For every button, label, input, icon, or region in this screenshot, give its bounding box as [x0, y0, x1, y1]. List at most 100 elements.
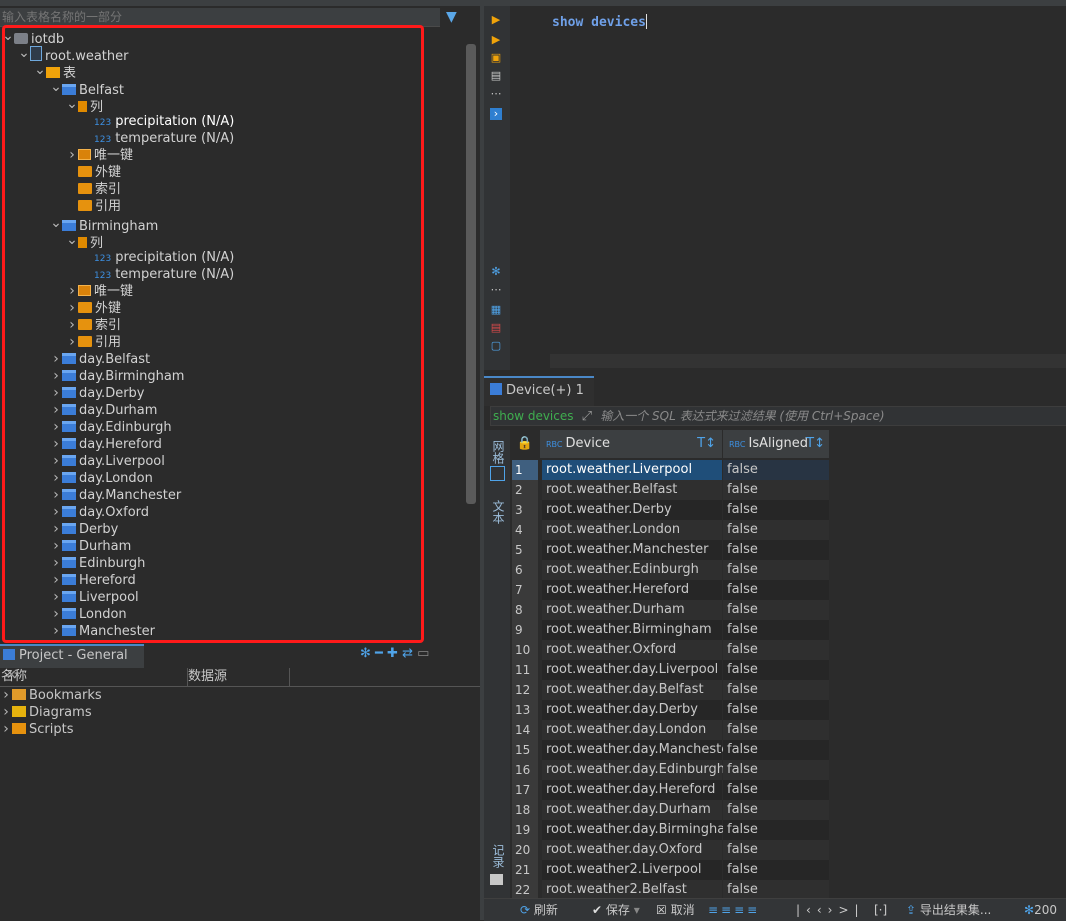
- tree-node[interactable]: › Durham: [50, 538, 131, 555]
- table-row[interactable]: 3 root.weather.Derby false: [512, 500, 1066, 520]
- chevron-down-icon[interactable]: ⌄: [66, 232, 78, 249]
- tab-results[interactable]: Device(+) 1 ✕: [484, 376, 594, 424]
- cell-device[interactable]: root.weather.Oxford: [542, 640, 722, 660]
- cell-device[interactable]: root.weather.day.Edinburgh: [542, 760, 725, 780]
- chevron-right-icon[interactable]: ›: [50, 623, 62, 640]
- variables-icon[interactable]: ▢: [490, 340, 502, 352]
- row-edit-tools[interactable]: ≡≡≡≡: [708, 899, 760, 921]
- tree-node[interactable]: › day.London: [50, 470, 153, 487]
- tree-node[interactable]: › day.Belfast: [50, 351, 150, 368]
- tree-node[interactable]: › day.Manchester: [50, 487, 181, 504]
- cell-isaligned[interactable]: false: [723, 740, 829, 760]
- navigator-filter-input[interactable]: [0, 8, 432, 26]
- cell-isaligned[interactable]: false: [723, 720, 829, 740]
- chevron-right-icon[interactable]: ›: [0, 687, 12, 704]
- table-row[interactable]: 22 root.weather2.Belfast false: [512, 880, 1066, 900]
- cell-device[interactable]: root.weather2.Liverpool: [542, 860, 722, 880]
- row-number[interactable]: 17: [512, 780, 538, 800]
- tree-node[interactable]: › day.Durham: [50, 402, 157, 419]
- export-button[interactable]: ⇪ 导出结果集...: [906, 899, 991, 921]
- cell-isaligned[interactable]: false: [723, 700, 829, 720]
- cell-device[interactable]: root.weather.Derby: [542, 500, 722, 520]
- table-row[interactable]: 5 root.weather.Manchester false: [512, 540, 1066, 560]
- cell-isaligned[interactable]: false: [723, 520, 829, 540]
- cell-isaligned[interactable]: false: [723, 880, 829, 900]
- run-statement-icon[interactable]: ▶: [490, 14, 502, 26]
- table-row[interactable]: 13 root.weather.day.Derby false: [512, 700, 1066, 720]
- row-number[interactable]: 14: [512, 720, 538, 740]
- chevron-down-icon[interactable]: ⌄: [34, 62, 46, 79]
- tree-node[interactable]: › 唯一键: [66, 283, 133, 300]
- cell-device[interactable]: root.weather.day.Derby: [542, 700, 722, 720]
- table-row[interactable]: 9 root.weather.Birmingham false: [512, 620, 1066, 640]
- chevron-right-icon[interactable]: ›: [50, 521, 62, 538]
- chevron-right-icon[interactable]: ›: [50, 385, 62, 402]
- cell-isaligned[interactable]: false: [723, 800, 829, 820]
- cell-isaligned[interactable]: false: [723, 840, 829, 860]
- chevron-right-icon[interactable]: ›: [66, 317, 78, 334]
- editor-code-line[interactable]: show devices: [552, 14, 647, 30]
- table-row[interactable]: 7 root.weather.Hereford false: [512, 580, 1066, 600]
- row-number[interactable]: 7: [512, 580, 538, 600]
- tree-node[interactable]: ⌄ iotdb: [2, 28, 64, 47]
- cell-isaligned[interactable]: false: [723, 460, 829, 480]
- chevron-right-icon[interactable]: ›: [50, 538, 62, 555]
- collapse-icon[interactable]: ━: [375, 646, 383, 661]
- table-row[interactable]: 15 root.weather.day.Manchester false: [512, 740, 1066, 760]
- editor-hscroll[interactable]: [550, 354, 1066, 368]
- cell-device[interactable]: root.weather.London: [542, 520, 722, 540]
- record-icon[interactable]: [490, 874, 503, 885]
- row-number[interactable]: 12: [512, 680, 538, 700]
- row-number[interactable]: 11: [512, 660, 538, 680]
- cell-device[interactable]: root.weather.day.Hereford: [542, 780, 722, 800]
- cell-device[interactable]: root.weather.Edinburgh: [542, 560, 722, 580]
- chevron-right-icon[interactable]: ›: [50, 453, 62, 470]
- tree-node[interactable]: › Hereford: [50, 572, 136, 589]
- cell-isaligned[interactable]: false: [723, 760, 829, 780]
- row-number[interactable]: 16: [512, 760, 538, 780]
- table-row[interactable]: 17 root.weather.day.Hereford false: [512, 780, 1066, 800]
- tree-node[interactable]: 123 precipitation (N/A): [82, 113, 234, 130]
- tree-node[interactable]: › Manchester: [50, 623, 155, 640]
- chevron-right-icon[interactable]: ›: [50, 470, 62, 487]
- filter-icon[interactable]: ▼: [446, 9, 462, 25]
- tab-text-view[interactable]: 文本: [490, 500, 507, 524]
- row-number[interactable]: 5: [512, 540, 538, 560]
- row-number[interactable]: 6: [512, 560, 538, 580]
- table-row[interactable]: 14 root.weather.day.London false: [512, 720, 1066, 740]
- tree-node[interactable]: ⌄ Birmingham: [50, 215, 158, 234]
- row-number[interactable]: 2: [512, 480, 538, 500]
- tree-node[interactable]: 123 temperature (N/A): [82, 130, 234, 147]
- cell-device[interactable]: root.weather.day.London: [542, 720, 722, 740]
- chevron-right-icon[interactable]: ›: [50, 419, 62, 436]
- cell-isaligned[interactable]: false: [723, 540, 829, 560]
- cell-device[interactable]: root.weather.Manchester: [542, 540, 722, 560]
- fetch-size[interactable]: ✻200: [1024, 899, 1057, 921]
- cell-device[interactable]: root.weather.Liverpool: [542, 460, 722, 480]
- table-row[interactable]: 1 root.weather.Liverpool false: [512, 460, 1066, 480]
- table-row[interactable]: 8 root.weather.Durham false: [512, 600, 1066, 620]
- export-icon[interactable]: ▦: [490, 304, 502, 316]
- project-col-datasource[interactable]: 数据源: [187, 668, 290, 686]
- row-number[interactable]: 22: [512, 880, 538, 900]
- cell-isaligned[interactable]: false: [723, 620, 829, 640]
- tree-node[interactable]: › 外键: [66, 300, 121, 317]
- tree-node[interactable]: 123 precipitation (N/A): [82, 249, 234, 266]
- table-row[interactable]: 16 root.weather.day.Edinburgh false: [512, 760, 1066, 780]
- project-col-name[interactable]: 名称: [0, 668, 188, 686]
- chevron-right-icon[interactable]: ›: [50, 555, 62, 572]
- tree-node[interactable]: ⌄ 列: [66, 232, 103, 251]
- cell-device[interactable]: root.weather.Durham: [542, 600, 722, 620]
- cell-isaligned[interactable]: false: [723, 640, 829, 660]
- row-number[interactable]: 8: [512, 600, 538, 620]
- chevron-right-icon[interactable]: ›: [50, 368, 62, 385]
- row-number[interactable]: 9: [512, 620, 538, 640]
- cell-device[interactable]: root.weather.day.Oxford: [542, 840, 722, 860]
- chevron-right-icon[interactable]: ›: [50, 351, 62, 368]
- row-number[interactable]: 4: [512, 520, 538, 540]
- cell-device[interactable]: root.weather.day.Liverpool: [542, 660, 722, 680]
- cell-device[interactable]: root.weather.day.Belfast: [542, 680, 722, 700]
- cell-isaligned[interactable]: false: [723, 500, 829, 520]
- pagination-controls[interactable]: |‹‹›>|: [796, 899, 865, 921]
- navigator-filter[interactable]: [0, 8, 440, 27]
